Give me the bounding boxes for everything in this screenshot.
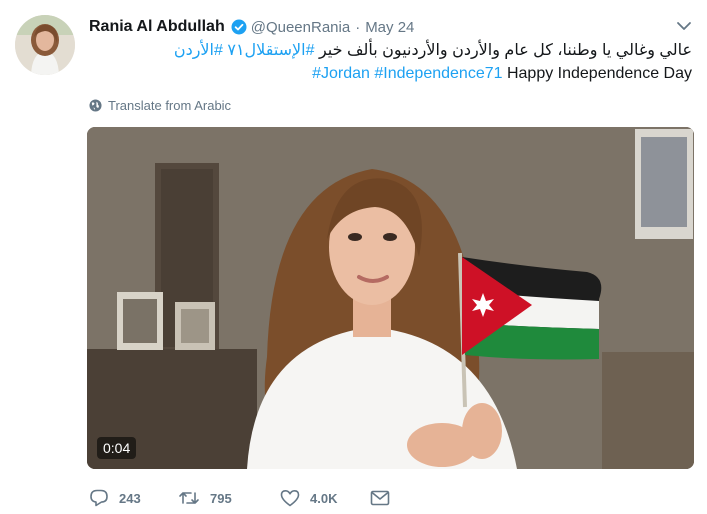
translate-link[interactable]: Translate from Arabic [89,98,231,113]
english-text: Happy Independence Day [506,65,692,82]
hashtag-independence71[interactable]: #Independence71 [374,65,502,82]
author-name[interactable]: Rania Al Abdullah [89,18,225,36]
separator-dot: · [355,18,361,36]
retweet-icon [179,492,199,504]
hashtag-independence71-ar[interactable]: #الإستقلال٧١ [227,42,314,59]
video-duration: 0:04 [97,437,137,459]
arabic-text: عالي وغالي يا وطننا، كل عام والأردن والأ… [318,42,692,59]
globe-icon [89,99,102,112]
reply-count: 243 [119,490,141,506]
hashtag-jordan-ar[interactable]: #الأردن [174,42,223,59]
reply-icon [90,489,108,507]
retweet-count: 795 [210,490,232,506]
tweet-text-arabic: عالي وغالي يا وطننا، كل عام والأردن والأ… [174,40,692,60]
author-handle[interactable]: @QueenRania [251,19,350,36]
verified-badge-icon [231,19,247,35]
translate-label: Translate from Arabic [108,98,232,113]
like-icon [280,490,300,507]
hashtag-jordan[interactable]: #Jordan [312,65,370,82]
action-bar: 243 795 4.0K [89,487,400,509]
direct-message-button[interactable] [370,490,400,506]
avatar-image [15,15,75,75]
video-thumbnail [87,127,694,469]
chevron-down-icon[interactable] [674,18,694,34]
avatar[interactable] [15,15,75,75]
video-player[interactable]: 0:04 [87,127,694,469]
tweet-header: Rania Al Abdullah @QueenRania · May 24 [89,16,649,38]
tweet-text-english: #Jordan #Independence71 Happy Independen… [312,65,692,83]
tweet-date[interactable]: May 24 [365,19,414,36]
retweet-button[interactable]: 795 [178,489,280,507]
like-button[interactable]: 4.0K [280,489,370,507]
message-icon [370,490,390,506]
reply-button[interactable]: 243 [89,489,178,507]
tweet: Rania Al Abdullah @QueenRania · May 24 ع… [0,0,707,514]
like-count: 4.0K [310,490,338,506]
